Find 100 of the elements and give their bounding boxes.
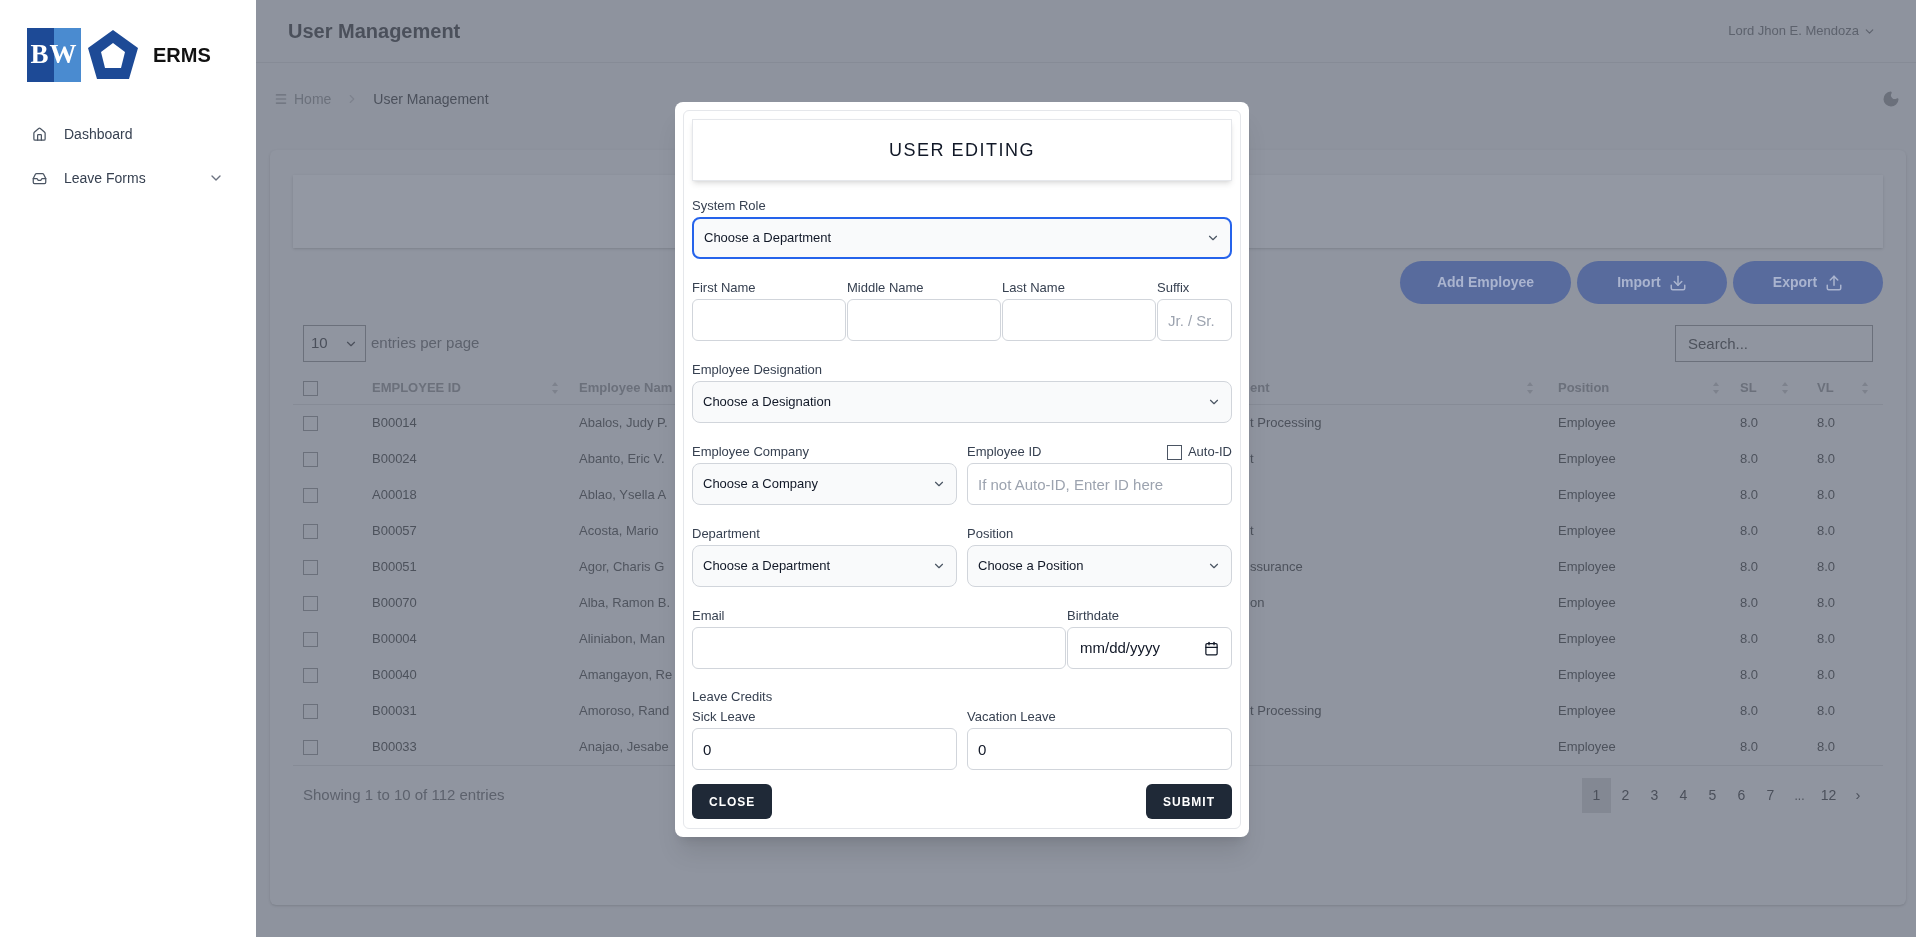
- logo-badge: BW: [27, 27, 81, 82]
- page-button[interactable]: 2: [1611, 778, 1640, 813]
- select-field[interactable]: Choose a Company: [692, 463, 957, 505]
- checkbox-label[interactable]: Auto-ID: [1187, 444, 1232, 460]
- table-cell-text: t Processing: [1250, 702, 1323, 721]
- table-cell-text: 8.0: [1817, 594, 1837, 613]
- input-field[interactable]: Jr. / Sr.: [1157, 299, 1232, 341]
- select-field[interactable]: Choose a Designation: [692, 381, 1232, 423]
- page-button[interactable]: 5: [1698, 778, 1727, 813]
- checkbox[interactable]: [303, 739, 318, 755]
- select-field[interactable]: Choose a Department: [692, 545, 957, 587]
- action-button[interactable]: Import: [1577, 261, 1727, 304]
- checkbox[interactable]: [303, 451, 318, 467]
- select-field[interactable]: Choose a Position: [967, 545, 1232, 587]
- table-cell-text: Aliniabon, Man: [579, 630, 666, 649]
- table-cell-text: B00051: [372, 558, 418, 577]
- table-cell-text: 8.0: [1817, 522, 1837, 541]
- field-label: Sick Leave: [692, 709, 757, 725]
- calendar-icon[interactable]: [1204, 640, 1219, 656]
- modal-title: USER EDITING: [692, 119, 1232, 181]
- table-cell-text: 8.0: [1740, 702, 1760, 721]
- table-cell-text: B00057: [372, 522, 418, 541]
- field-label: First Name: [692, 280, 757, 296]
- app-name: ERMS: [153, 42, 211, 68]
- sidebar-item-label[interactable]: Leave Forms: [64, 167, 208, 189]
- table-cell-text: 8.0: [1740, 450, 1760, 469]
- input-field[interactable]: [847, 299, 1001, 341]
- field-label: Middle Name: [847, 280, 925, 296]
- checkbox[interactable]: [303, 559, 318, 575]
- table-cell-text: B00033: [372, 738, 418, 757]
- next-page-button[interactable]: ›: [1843, 778, 1873, 813]
- table-cell-text: Anajao, Jesabe: [579, 738, 670, 757]
- field-label: Employee Designation: [692, 362, 824, 378]
- page-button[interactable]: 7: [1756, 778, 1785, 813]
- action-button[interactable]: Export: [1733, 261, 1883, 304]
- table-cell-text: Employee: [1558, 414, 1617, 433]
- table-cell-text: 8.0: [1817, 630, 1837, 649]
- page-button[interactable]: 12: [1814, 778, 1843, 813]
- field-label: Position: [967, 526, 1015, 542]
- sidebar-item[interactable]: Dashboard: [32, 122, 224, 146]
- table-cell-text: 8.0: [1740, 738, 1760, 757]
- table-cell-text: 8.0: [1740, 666, 1760, 685]
- menu-icon[interactable]: [274, 92, 288, 106]
- table-cell-text: 8.0: [1740, 630, 1760, 649]
- table-cell-text: 8.0: [1817, 486, 1837, 505]
- entries-select[interactable]: 10: [303, 325, 366, 362]
- table-cell-text: t Processing: [1250, 414, 1323, 433]
- table-cell-text: B00031: [372, 702, 418, 721]
- checkbox[interactable]: [303, 703, 318, 719]
- table-cell-text: ssurance: [1250, 558, 1304, 577]
- tray-icon: [32, 170, 47, 186]
- page-button[interactable]: 1: [1582, 778, 1611, 813]
- table-cell-text: on: [1250, 594, 1266, 613]
- date-field[interactable]: mm/dd/yyyy: [1067, 627, 1232, 669]
- table-cell-text: B00004: [372, 630, 418, 649]
- checkbox[interactable]: [1166, 444, 1182, 460]
- sidebar-item[interactable]: Leave Forms: [32, 166, 224, 190]
- select-field[interactable]: Choose a Department: [692, 217, 1232, 259]
- table-cell-text: B00070: [372, 594, 418, 613]
- page-button[interactable]: 3: [1640, 778, 1669, 813]
- table-cell-text: 8.0: [1817, 450, 1837, 469]
- table-cell-text: Agor, Charis G: [579, 558, 666, 577]
- table-cell-text: 8.0: [1740, 414, 1760, 433]
- search-field[interactable]: Search...: [1675, 325, 1873, 362]
- field-label: Vacation Leave: [967, 709, 1057, 725]
- field-label: Last Name: [1002, 280, 1066, 296]
- checkbox[interactable]: [303, 523, 318, 539]
- table-cell-text: 8.0: [1817, 738, 1837, 757]
- input-field[interactable]: [1002, 299, 1156, 341]
- checkbox[interactable]: [303, 595, 318, 611]
- page-title: User Management: [288, 19, 461, 44]
- table-cell-text: B00014: [372, 414, 418, 433]
- section-label: Leave Credits: [692, 689, 774, 705]
- checkbox[interactable]: [303, 380, 318, 396]
- table-cell-text: 8.0: [1740, 522, 1760, 541]
- submit-button[interactable]: SUBMIT: [1146, 784, 1232, 819]
- page-button[interactable]: 6: [1727, 778, 1756, 813]
- table-cell-text: B00040: [372, 666, 418, 685]
- input-field[interactable]: 0: [967, 728, 1232, 770]
- table-cell-text: 8.0: [1817, 558, 1837, 577]
- table-cell-text: Employee: [1558, 702, 1617, 721]
- input-field[interactable]: [692, 299, 846, 341]
- table-cell-text: Employee: [1558, 666, 1617, 685]
- field-label: Employee Company: [692, 444, 811, 460]
- input-field[interactable]: 0: [692, 728, 957, 770]
- page-button[interactable]: 4: [1669, 778, 1698, 813]
- home-icon: [32, 126, 47, 142]
- input-field[interactable]: If not Auto-ID, Enter ID here: [967, 463, 1232, 505]
- action-button[interactable]: Add Employee: [1400, 261, 1571, 304]
- input-field[interactable]: [692, 627, 1066, 669]
- table-cell-text: Amangayon, Re: [579, 666, 674, 685]
- checkbox[interactable]: [303, 415, 318, 431]
- checkbox[interactable]: [303, 631, 318, 647]
- close-button[interactable]: CLOSE: [692, 784, 773, 819]
- checkbox[interactable]: [303, 667, 318, 683]
- table-cell-text: A00018: [372, 486, 418, 505]
- pagination-ellipsis: ...: [1793, 787, 1806, 805]
- sidebar-item-label[interactable]: Dashboard: [64, 123, 224, 145]
- moon-icon[interactable]: [1882, 90, 1900, 108]
- checkbox[interactable]: [303, 487, 318, 503]
